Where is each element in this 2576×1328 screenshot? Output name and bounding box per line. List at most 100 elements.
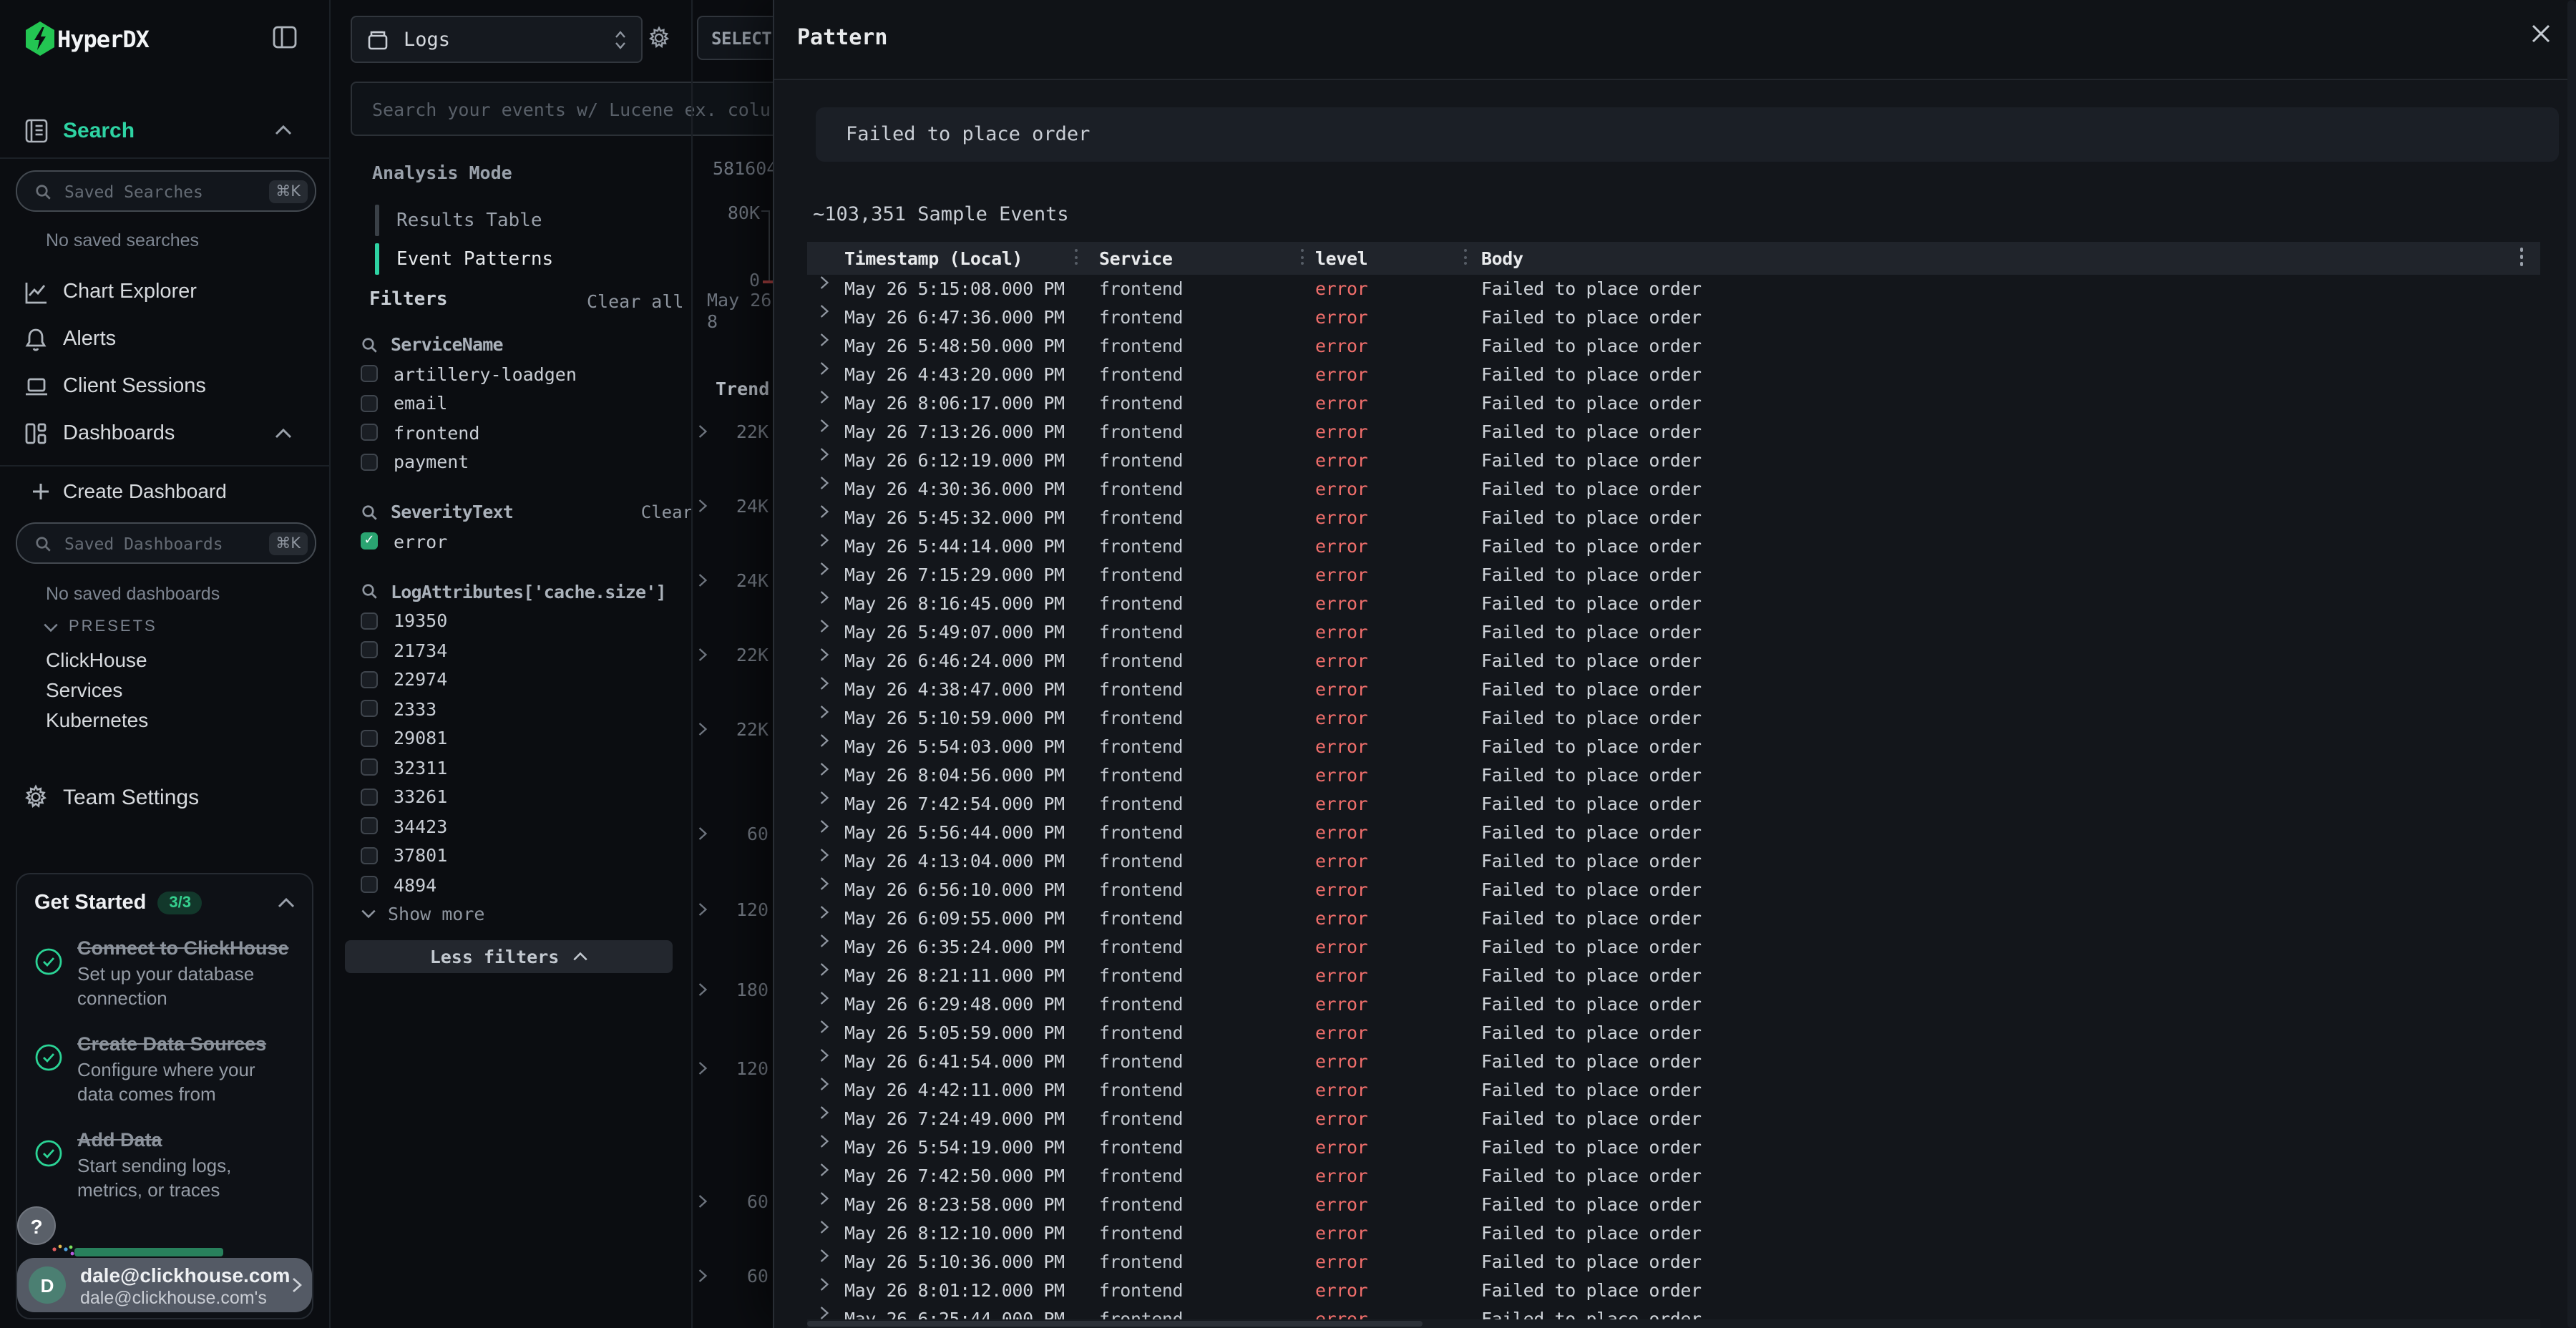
column-resize-handle[interactable] [1464, 249, 1467, 265]
checkbox-unchecked[interactable] [361, 788, 378, 806]
chevron-up-icon[interactable] [278, 897, 295, 909]
checkbox-checked[interactable] [361, 533, 378, 550]
table-row[interactable]: May 26 5:45:32.000 PMfrontenderrorFailed… [807, 504, 2540, 532]
filter-clear-button[interactable]: Clear [641, 502, 693, 522]
table-row[interactable]: May 26 5:15:08.000 PMfrontenderrorFailed… [807, 275, 2540, 303]
saved-searches-input[interactable]: ⌘K [16, 170, 316, 212]
table-row[interactable]: May 26 7:42:50.000 PMfrontenderrorFailed… [807, 1162, 2540, 1191]
sidebar-preset-item[interactable]: Services [46, 675, 148, 706]
table-row[interactable]: May 26 6:35:24.000 PMfrontenderrorFailed… [807, 933, 2540, 962]
table-row[interactable]: May 26 8:01:12.000 PMfrontenderrorFailed… [807, 1276, 2540, 1305]
table-row[interactable]: May 26 8:16:45.000 PMfrontenderrorFailed… [807, 590, 2540, 618]
mode-results-table[interactable]: Results Table [375, 202, 675, 239]
sidebar-preset-item[interactable]: ClickHouse [46, 645, 148, 675]
panel-toggle-icon[interactable] [272, 24, 298, 50]
table-row[interactable]: May 26 8:04:56.000 PMfrontenderrorFailed… [807, 761, 2540, 790]
table-row[interactable]: May 26 6:29:48.000 PMfrontenderrorFailed… [807, 990, 2540, 1019]
filter-checkbox-row[interactable]: 19350 [361, 606, 693, 635]
checkbox-unchecked[interactable] [361, 612, 378, 630]
pattern-row-peek[interactable]: 24K [697, 495, 769, 517]
vertical-scrollbar[interactable] [2567, 0, 2576, 1328]
pattern-row-peek[interactable]: 60 [697, 823, 769, 844]
filter-checkbox-row[interactable]: 34423 [361, 811, 693, 841]
create-dashboard-button[interactable]: Create Dashboard [0, 477, 329, 505]
sidebar-item-dashboards[interactable]: Dashboards [0, 419, 329, 448]
sidebar-item-chart-explorer[interactable]: Chart Explorer [0, 278, 329, 306]
table-row[interactable]: May 26 4:13:04.000 PMfrontenderrorFailed… [807, 847, 2540, 876]
table-row[interactable]: May 26 5:49:07.000 PMfrontenderrorFailed… [807, 618, 2540, 647]
help-button[interactable]: ? [17, 1206, 56, 1245]
pattern-row-peek[interactable]: 120 [697, 1058, 769, 1079]
table-row[interactable]: May 26 5:54:03.000 PMfrontenderrorFailed… [807, 733, 2540, 761]
scrollbar-thumb[interactable] [807, 1321, 1423, 1327]
pattern-row-peek[interactable]: 180 [697, 979, 769, 1000]
filter-checkbox-row[interactable]: 29081 [361, 723, 693, 753]
pattern-row-peek[interactable]: 120 [697, 899, 769, 920]
mode-event-patterns[interactable]: Event Patterns [375, 240, 675, 278]
source-settings-gear-icon[interactable] [647, 26, 671, 50]
filter-checkbox-row[interactable]: 32311 [361, 753, 693, 782]
table-row[interactable]: May 26 8:06:17.000 PMfrontenderrorFailed… [807, 389, 2540, 418]
col-service[interactable]: Service [1099, 248, 1173, 269]
table-row[interactable]: May 26 8:21:11.000 PMfrontenderrorFailed… [807, 962, 2540, 990]
sidebar-item-alerts[interactable]: Alerts [0, 325, 329, 353]
kebab-menu-icon[interactable] [2519, 248, 2523, 265]
pattern-row-peek[interactable]: 24K [697, 570, 769, 591]
table-row[interactable]: May 26 6:12:19.000 PMfrontenderrorFailed… [807, 446, 2540, 475]
table-row[interactable]: May 26 5:10:36.000 PMfrontenderrorFailed… [807, 1248, 2540, 1276]
col-level[interactable]: level [1315, 248, 1367, 269]
table-row[interactable]: May 26 6:47:36.000 PMfrontenderrorFailed… [807, 303, 2540, 332]
filter-checkbox-row[interactable]: 4894 [361, 870, 693, 899]
pattern-row-peek[interactable]: 22K [697, 644, 769, 665]
checkbox-unchecked[interactable] [361, 730, 378, 747]
pattern-row-peek[interactable]: 22K [697, 421, 769, 442]
table-row[interactable]: May 26 4:43:20.000 PMfrontenderrorFailed… [807, 361, 2540, 389]
get-started-step[interactable]: Connect to ClickHouse Set up your databa… [34, 936, 295, 1010]
table-row[interactable]: May 26 5:44:14.000 PMfrontenderrorFailed… [807, 532, 2540, 561]
pattern-row-peek[interactable]: 22K [697, 718, 769, 740]
table-row[interactable]: May 26 4:30:36.000 PMfrontenderrorFailed… [807, 475, 2540, 504]
checkbox-unchecked[interactable] [361, 424, 378, 441]
less-filters-button[interactable]: Less filters [345, 940, 673, 973]
filter-checkbox-row[interactable]: frontend [361, 418, 693, 447]
sidebar-item-team-settings[interactable]: Team Settings [0, 783, 329, 811]
filter-checkbox-row[interactable]: error [361, 527, 693, 556]
get-started-step[interactable]: Add Data Start sending logs, metrics, or… [34, 1128, 295, 1202]
table-row[interactable]: May 26 6:41:54.000 PMfrontenderrorFailed… [807, 1048, 2540, 1076]
table-row[interactable]: May 26 5:54:19.000 PMfrontenderrorFailed… [807, 1133, 2540, 1162]
checkbox-unchecked[interactable] [361, 700, 378, 718]
get-started-step[interactable]: Create Data Sources Configure where your… [34, 1032, 295, 1106]
source-select[interactable]: Logs [351, 16, 643, 63]
pattern-row-peek[interactable]: 60 [697, 1265, 769, 1286]
table-row[interactable]: May 26 6:46:24.000 PMfrontenderrorFailed… [807, 647, 2540, 675]
checkbox-unchecked[interactable] [361, 847, 378, 864]
table-row[interactable]: May 26 6:09:55.000 PMfrontenderrorFailed… [807, 904, 2540, 933]
filter-checkbox-row[interactable]: 21734 [361, 635, 693, 665]
close-icon[interactable] [2530, 23, 2552, 44]
sidebar-item-client-sessions[interactable]: Client Sessions [0, 372, 329, 401]
table-row[interactable]: May 26 4:38:47.000 PMfrontenderrorFailed… [807, 675, 2540, 704]
table-row[interactable]: May 26 5:10:59.000 PMfrontenderrorFailed… [807, 704, 2540, 733]
checkbox-unchecked[interactable] [361, 818, 378, 835]
saved-searches-field[interactable] [62, 180, 268, 202]
checkbox-unchecked[interactable] [361, 759, 378, 776]
user-menu[interactable]: D dale@clickhouse.com dale@clickhouse.co… [17, 1258, 312, 1312]
table-row[interactable]: May 26 7:13:26.000 PMfrontenderrorFailed… [807, 418, 2540, 446]
checkbox-unchecked[interactable] [361, 671, 378, 688]
filter-checkbox-row[interactable]: 37801 [361, 841, 693, 870]
sidebar-item-search[interactable]: Search [0, 116, 329, 145]
filter-checkbox-row[interactable]: 33261 [361, 782, 693, 811]
table-row[interactable]: May 26 7:42:54.000 PMfrontenderrorFailed… [807, 790, 2540, 819]
checkbox-unchecked[interactable] [361, 395, 378, 412]
horizontal-scrollbar[interactable] [807, 1319, 2540, 1328]
table-row[interactable]: May 26 8:12:10.000 PMfrontenderrorFailed… [807, 1219, 2540, 1248]
table-row[interactable]: May 26 4:42:11.000 PMfrontenderrorFailed… [807, 1076, 2540, 1105]
column-resize-handle[interactable] [1075, 249, 1078, 265]
clear-all-button[interactable]: Clear all [587, 290, 683, 312]
filter-checkbox-row[interactable]: email [361, 389, 693, 418]
filter-checkbox-row[interactable]: payment [361, 447, 693, 477]
saved-dashboards-field[interactable] [62, 532, 268, 555]
column-resize-handle[interactable] [1301, 249, 1304, 265]
table-row[interactable]: May 26 5:56:44.000 PMfrontenderrorFailed… [807, 819, 2540, 847]
filter-checkbox-row[interactable]: 22974 [361, 665, 693, 694]
